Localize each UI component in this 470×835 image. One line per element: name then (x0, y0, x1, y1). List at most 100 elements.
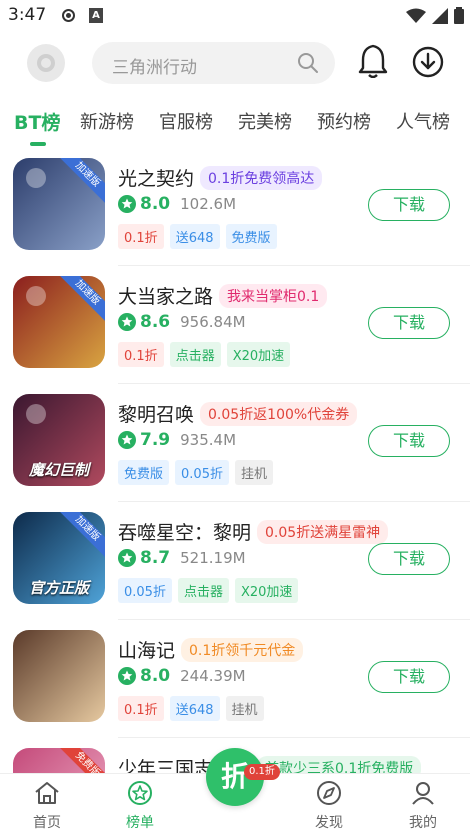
rating: 7.9 (118, 430, 170, 450)
meta-row: 7.9 935.4M (118, 430, 236, 450)
icon-caption: 魔幻巨制 (28, 461, 89, 479)
download-button[interactable]: 下载 (368, 189, 450, 221)
nav-ranking[interactable]: 榜单 (110, 780, 170, 832)
ribbon-badge: 加速版 (53, 512, 105, 563)
tag: 0.1折 (118, 342, 164, 367)
file-size: 244.39M (180, 667, 246, 685)
game-name: 吞噬星空：黎明 (118, 522, 252, 544)
file-size: 521.19M (180, 549, 246, 567)
list-item[interactable]: 加速版 大当家之路 我来当掌柜0.1 8.6 956.84M 0.1折 点击器 … (0, 266, 470, 384)
game-icon[interactable]: 加速版 (13, 276, 105, 368)
game-name: 光之契约 (118, 168, 195, 190)
tag: 点击器 (169, 342, 221, 367)
search-input[interactable]: 三角洲行动 (112, 53, 197, 78)
compass-icon (317, 781, 341, 805)
star-icon (118, 667, 136, 685)
star-badge-icon (128, 781, 152, 805)
list-item[interactable]: 加速版 官方正版 吞噬星空：黎明 0.05折送满星雷神 8.7 521.19M … (0, 502, 470, 620)
game-icon[interactable] (13, 630, 105, 722)
tag: 免费版 (225, 224, 277, 249)
tag: 0.05折 (175, 460, 229, 485)
tab-official[interactable]: 官服榜 (159, 108, 213, 134)
nav-profile-label: 我的 (409, 815, 437, 831)
promo-label: 0.1折领千元代金 (181, 637, 304, 662)
game-icon[interactable]: 免费版 (13, 748, 105, 773)
nav-home-label: 首页 (33, 815, 61, 831)
game-name: 山海记 (118, 640, 176, 662)
app-notification-icon: A (89, 8, 103, 23)
meta-row: 8.0 244.39M (118, 666, 246, 686)
rating-value: 7.9 (140, 430, 171, 450)
search-bar[interactable]: 三角洲行动 (92, 42, 335, 84)
name-row: 吞噬星空：黎明 0.05折送满星雷神 (118, 518, 389, 545)
ribbon-badge: 加速版 (53, 276, 105, 327)
tab-preorder[interactable]: 预约榜 (317, 108, 371, 134)
ribbon-badge: 免费版 (53, 748, 105, 773)
file-size: 935.4M (180, 431, 237, 449)
star-icon (118, 549, 136, 567)
file-size: 102.6M (180, 195, 237, 213)
icon-caption: 官方正版 (28, 579, 89, 597)
name-row: 大当家之路 我来当掌柜0.1 (118, 282, 328, 309)
list-item[interactable]: 加速版 光之契约 0.1折免费领高达 8.0 102.6M 0.1折 送648 … (0, 148, 470, 266)
tag: 送648 (169, 224, 220, 249)
promo-label: 首款少三系0.1折免费版 (257, 755, 422, 773)
ranking-tabs: BT榜 新游榜 官服榜 完美榜 预约榜 人气榜 (0, 100, 470, 146)
list-item[interactable]: 山海记 0.1折领千元代金 8.0 244.39M 0.1折 送648 挂机 下… (0, 620, 470, 738)
user-avatar[interactable] (27, 44, 65, 82)
wifi-icon (406, 8, 426, 23)
download-button[interactable]: 下载 (368, 661, 450, 693)
nav-home[interactable]: 首页 (17, 780, 77, 832)
list-item[interactable]: 魔幻巨制 黎明召唤 0.05折返100%代金券 7.9 935.4M 免费版 0… (0, 384, 470, 502)
tag: 送648 (169, 696, 220, 721)
tab-popular[interactable]: 人气榜 (396, 108, 450, 134)
favorite-star-icon (26, 404, 46, 424)
search-icon[interactable] (297, 52, 319, 74)
tag: 免费版 (118, 460, 170, 485)
star-icon (118, 313, 136, 331)
download-button[interactable]: 下载 (368, 425, 450, 457)
rating-value: 8.7 (140, 548, 171, 568)
ribbon-badge: 加速版 (53, 158, 105, 209)
rating: 8.6 (118, 312, 170, 332)
record-icon (62, 9, 75, 22)
status-time: 3:47 (8, 5, 47, 25)
download-icon[interactable] (412, 46, 444, 78)
tag: 0.1折 (118, 224, 164, 249)
game-name: 大当家之路 (118, 286, 214, 308)
battery-icon (454, 7, 464, 24)
nav-discover-label: 发现 (315, 815, 343, 831)
nav-profile[interactable]: 我的 (393, 780, 453, 832)
nav-discover[interactable]: 发现 (299, 780, 359, 832)
tab-perfect[interactable]: 完美榜 (238, 108, 292, 134)
tags-row: 0.1折 送648 挂机 (118, 696, 264, 721)
tags-row: 0.1折 送648 免费版 (118, 224, 277, 249)
tag: 挂机 (225, 696, 264, 721)
rating-value: 8.0 (140, 194, 171, 214)
avatar-placeholder-icon (37, 54, 55, 72)
tab-new-games[interactable]: 新游榜 (80, 108, 134, 134)
tab-bt[interactable]: BT榜 (14, 108, 60, 135)
game-list[interactable]: 加速版 光之契约 0.1折免费领高达 8.0 102.6M 0.1折 送648 … (0, 148, 470, 773)
bell-icon[interactable] (358, 44, 388, 78)
signal-icon (432, 7, 448, 24)
tag: X20加速 (234, 578, 299, 603)
name-row: 山海记 0.1折领千元代金 (118, 636, 304, 663)
download-button[interactable]: 下载 (368, 307, 450, 339)
star-icon (118, 431, 136, 449)
rating: 8.7 (118, 548, 170, 568)
download-button[interactable]: 下载 (368, 543, 450, 575)
favorite-star-icon (26, 286, 46, 306)
file-size: 956.84M (180, 313, 246, 331)
rating: 8.0 (118, 666, 170, 686)
meta-row: 8.0 102.6M (118, 194, 236, 214)
game-icon[interactable]: 加速版 (13, 158, 105, 250)
meta-row: 8.6 956.84M (118, 312, 246, 332)
tag: X20加速 (226, 342, 291, 367)
rating-value: 8.0 (140, 666, 171, 686)
game-icon[interactable]: 加速版 官方正版 (13, 512, 105, 604)
name-row: 黎明召唤 0.05折返100%代金券 (118, 400, 358, 427)
tag: 挂机 (234, 460, 273, 485)
game-icon[interactable]: 魔幻巨制 (13, 394, 105, 486)
promo-label: 0.05折送满星雷神 (257, 519, 389, 544)
